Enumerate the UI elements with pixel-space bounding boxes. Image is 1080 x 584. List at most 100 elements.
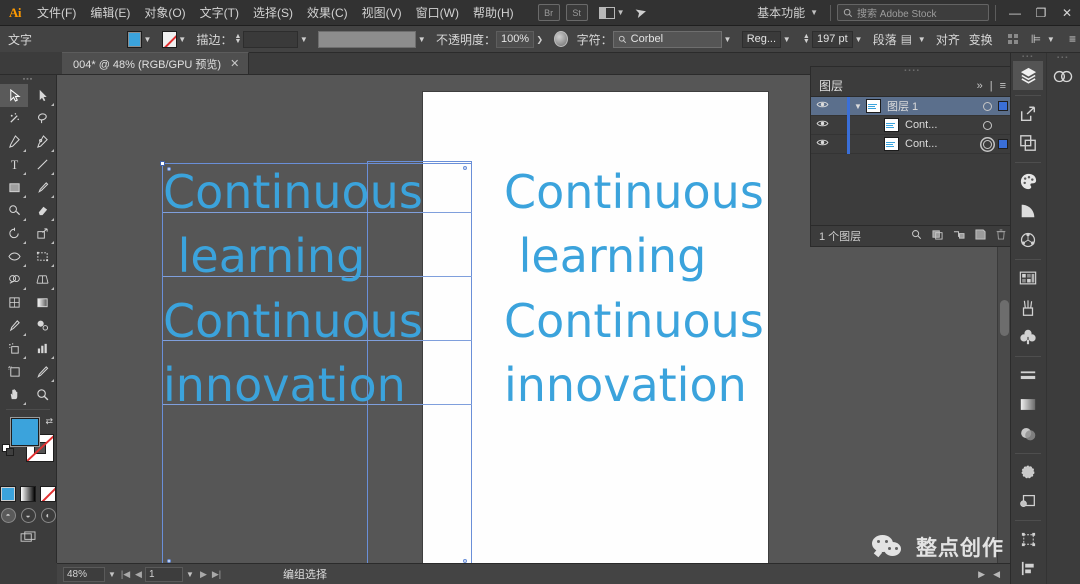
font-family-field[interactable]: Corbel <box>612 30 722 48</box>
chevron-down-icon[interactable]: ▼ <box>298 31 309 48</box>
selected-text-object[interactable]: Continuous learning Continuous innovation <box>163 160 463 418</box>
chevron-down-icon[interactable]: ▼ <box>781 31 792 48</box>
hand-tool[interactable] <box>0 383 28 406</box>
mesh-tool[interactable] <box>0 291 28 314</box>
scale-tool[interactable] <box>28 222 56 245</box>
lasso-tool[interactable] <box>28 107 56 130</box>
layer-name[interactable]: 图层 1 <box>887 98 983 114</box>
target-indicator-icon[interactable] <box>983 101 992 111</box>
close-button[interactable]: ✕ <box>1054 0 1080 26</box>
appearance-icon[interactable] <box>1013 458 1043 486</box>
stock-search-input[interactable]: 搜索 Adobe Stock <box>837 4 989 21</box>
column-graph-tool[interactable] <box>28 337 56 360</box>
line-segment-tool[interactable] <box>28 153 56 176</box>
color-panel-icon[interactable] <box>1013 167 1043 195</box>
eyedropper-tool[interactable] <box>0 314 28 337</box>
menu-help[interactable]: 帮助(H) <box>466 0 521 26</box>
delete-layer-icon[interactable] <box>996 229 1006 243</box>
previous-artboard-button[interactable]: ◀ <box>132 569 145 580</box>
layer-row[interactable]: ▼ 图层 1 <box>811 96 1014 116</box>
selection-tool[interactable] <box>0 84 28 107</box>
blend-tool[interactable] <box>28 314 56 337</box>
stroke-color-swatch[interactable] <box>161 30 177 48</box>
width-tool[interactable] <box>0 245 28 268</box>
selection-indicator[interactable] <box>998 139 1008 149</box>
selection-anchor-handle[interactable] <box>160 161 165 166</box>
color-mode-button[interactable] <box>0 486 16 502</box>
menu-object[interactable]: 对象(O) <box>137 0 192 26</box>
color-themes-icon[interactable] <box>1013 226 1043 254</box>
color-guide-icon[interactable] <box>1013 197 1043 225</box>
fill-color-swatch[interactable] <box>126 30 142 48</box>
locate-object-icon[interactable] <box>911 229 922 243</box>
next-artboard-button[interactable]: ▶ <box>197 569 210 580</box>
visibility-toggle-icon[interactable] <box>811 119 833 131</box>
status-resize-grip[interactable]: ◀ <box>993 569 1000 580</box>
menu-type[interactable]: 文字(T) <box>193 0 246 26</box>
font-style-field[interactable]: Reg... <box>741 30 782 48</box>
screen-mode-toggle[interactable] <box>0 531 56 544</box>
layer-name[interactable]: Cont... <box>905 138 983 150</box>
stroke-profile-field[interactable] <box>318 30 417 48</box>
target-indicator-icon[interactable] <box>983 120 992 130</box>
artboards-icon[interactable] <box>1013 129 1043 157</box>
paintbrush-tool[interactable] <box>28 176 56 199</box>
zoom-level-field[interactable]: 48% <box>63 566 105 582</box>
align-label[interactable]: 对齐 <box>936 31 960 48</box>
stock-icon[interactable]: St <box>565 4 588 21</box>
drawing-mode-normal-icon[interactable]: ◓ <box>0 508 16 523</box>
symbol-sprayer-tool[interactable] <box>0 337 28 360</box>
character-label[interactable]: 字符： <box>577 31 613 48</box>
fill-dropdown-icon[interactable]: ▼ <box>142 31 153 48</box>
align-icon[interactable] <box>1013 555 1043 583</box>
magic-wand-tool[interactable] <box>0 107 28 130</box>
stroke-panel-icon[interactable] <box>1013 361 1043 389</box>
status-flyout-icon[interactable]: ▶ <box>978 569 985 580</box>
zoom-dropdown-icon[interactable]: ▼ <box>105 570 119 579</box>
chevron-down-icon[interactable]: ▼ <box>1045 31 1056 48</box>
stroke-stepper[interactable]: ▲ ▼ <box>234 33 241 45</box>
symbols-icon[interactable] <box>1013 323 1043 351</box>
arrange-documents-button[interactable]: ▼ <box>598 6 625 19</box>
layers-panel-icon[interactable] <box>1013 61 1044 90</box>
create-sublayer-icon[interactable] <box>953 229 965 243</box>
isolate-selection-icon[interactable]: ⊫ <box>1027 32 1045 46</box>
menu-edit[interactable]: 编辑(E) <box>83 0 137 26</box>
menu-file[interactable]: 文件(F) <box>30 0 83 26</box>
first-artboard-button[interactable]: |◀ <box>119 569 132 580</box>
panel-menu-icon[interactable]: ≡ <box>1065 32 1080 46</box>
document-tab[interactable]: 004* @ 48% (RGB/GPU 预览) ✕ <box>62 52 250 74</box>
transform-label[interactable]: 变换 <box>969 31 993 48</box>
minimize-button[interactable]: — <box>1002 0 1028 26</box>
none-mode-button[interactable] <box>40 486 56 502</box>
restore-button[interactable]: ❐ <box>1028 0 1054 26</box>
font-size-field[interactable]: 197 pt <box>811 30 853 48</box>
gradient-tool[interactable] <box>28 291 56 314</box>
opacity-field[interactable]: 100% <box>495 30 535 48</box>
eraser-tool[interactable] <box>28 199 56 222</box>
layer-row[interactable]: Cont... <box>811 134 1014 154</box>
rotate-tool[interactable] <box>0 222 28 245</box>
paragraph-label[interactable]: 段落 <box>873 31 897 48</box>
panel-grip[interactable]: ▪▪▪ <box>1022 53 1034 61</box>
asset-export-icon[interactable] <box>1013 100 1043 128</box>
close-icon[interactable]: ✕ <box>230 57 239 70</box>
collapse-panel-icon[interactable]: » <box>977 80 983 92</box>
recolor-artwork-icon[interactable] <box>553 31 569 47</box>
workspace-switcher[interactable]: 基本功能 ▼ <box>751 4 824 21</box>
chevron-down-icon[interactable]: ▼ <box>850 102 866 111</box>
create-new-layer-icon[interactable] <box>975 229 986 243</box>
panel-grip[interactable]: ▪▪▪ <box>0 75 56 84</box>
menu-select[interactable]: 选择(S) <box>246 0 300 26</box>
artboard-tool[interactable] <box>0 360 28 383</box>
layer-row[interactable]: Cont... <box>811 115 1014 135</box>
transparency-icon[interactable] <box>1013 420 1043 448</box>
selection-anchor-point[interactable] <box>463 166 467 170</box>
distribute-grid-icon[interactable] <box>1008 34 1019 44</box>
bridge-icon[interactable]: Br <box>537 4 560 21</box>
panel-grip[interactable]: ▪▪▪ <box>1057 53 1069 62</box>
menu-view[interactable]: 视图(V) <box>355 0 409 26</box>
stroke-dropdown-icon[interactable]: ▼ <box>177 31 188 48</box>
transform-icon[interactable] <box>1013 525 1043 553</box>
visibility-toggle-icon[interactable] <box>811 100 833 112</box>
